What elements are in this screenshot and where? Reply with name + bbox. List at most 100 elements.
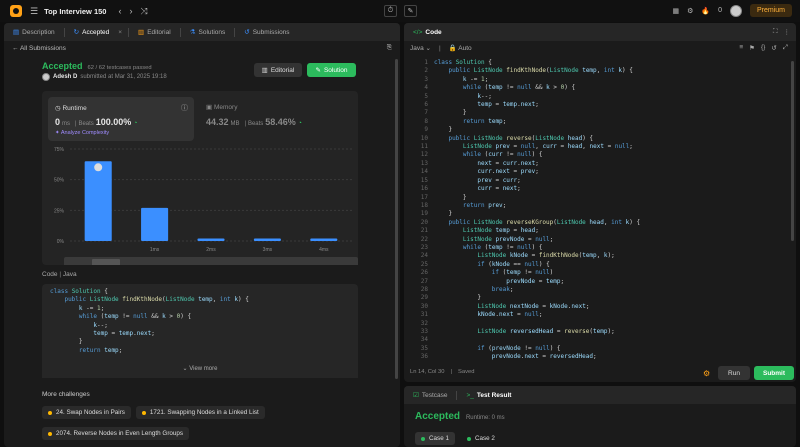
challenge-chip[interactable]: 24. Swap Nodes in Pairs: [42, 406, 131, 419]
medium-dot-icon: [48, 431, 52, 436]
code-label: Code: [42, 271, 58, 278]
sparkle-icon: ✦: [55, 130, 60, 136]
more-icon[interactable]: ⋮: [784, 28, 791, 36]
close-tab-icon[interactable]: ×: [118, 29, 122, 36]
tab-description[interactable]: ▤ Description: [10, 28, 58, 37]
maximize-icon[interactable]: ⛶: [773, 28, 778, 36]
code-editor-panel: </> Code ⛶ ⋮ Java ⌄ | 🔒 Auto ≡ ⚑ {} ↺ ⤢ 1 …: [404, 23, 796, 382]
tab-editorial[interactable]: ▥ Editorial: [135, 28, 174, 37]
submission-content: Accepted 62 / 62 testcases passed Adesh …: [4, 55, 394, 447]
fire-count: 0: [718, 7, 722, 14]
submissions-icon: ↺: [244, 29, 250, 36]
user-marker-icon: [94, 163, 103, 172]
tab-test-result[interactable]: >_ Test Result: [463, 392, 514, 399]
timer-icon[interactable]: ⏱: [384, 5, 397, 17]
reset-icon[interactable]: ↺: [771, 44, 776, 52]
edit-icon: ✎: [315, 67, 321, 74]
memory-beats: 58.46%: [265, 117, 296, 127]
chart-bar: [310, 238, 338, 241]
submit-button[interactable]: Submit: [754, 366, 794, 380]
fire-icon[interactable]: 🔥: [701, 7, 710, 15]
runtime-distribution-chart: 75% 50% 25% 0% 1ms 2ms 3ms 4ms: [54, 147, 358, 265]
layout-icon[interactable]: ▦: [672, 7, 679, 15]
challenge-chip[interactable]: 2074. Reverse Nodes in Even Length Group…: [42, 427, 190, 440]
tab-submissions[interactable]: ↺ Submissions: [241, 28, 292, 37]
chart-bar: [253, 238, 281, 241]
avatar[interactable]: [729, 4, 742, 17]
editorial-button[interactable]: ▥ Editorial: [254, 63, 302, 77]
case-1-tab[interactable]: Case 1: [415, 432, 455, 445]
stats-card: ◷ Runtime ⓘ 0 ms | Beats 100.00% ◔ ✦ Ana…: [42, 91, 358, 265]
solution-button[interactable]: ✎ Solution: [307, 63, 356, 77]
x-tick-label: 2ms: [206, 247, 216, 253]
beats-icon: ◔: [297, 120, 302, 127]
runtime-box[interactable]: ◷ Runtime ⓘ 0 ms | Beats 100.00% ◔ ✦ Ana…: [48, 97, 194, 141]
user-avatar: [42, 73, 50, 81]
memory-box[interactable]: 44.32 MB | Beats 58.46% ◔: [206, 117, 302, 127]
tab-code[interactable]: </> Code: [410, 29, 445, 36]
more-challenges-title: More challenges: [42, 391, 90, 398]
leetcode-logo-icon[interactable]: [10, 5, 22, 17]
pass-dot-icon: [466, 436, 471, 441]
case-2-tab[interactable]: Case 2: [461, 432, 501, 445]
username[interactable]: Adesh D: [53, 74, 77, 80]
memory-icon: ▣: [206, 104, 213, 111]
run-button[interactable]: Run: [718, 366, 750, 380]
tab-accepted[interactable]: ↻ Accepted: [71, 28, 113, 37]
tab-testcase[interactable]: ☑ Testcase: [410, 391, 450, 400]
y-tick-label: 50%: [54, 178, 65, 184]
left-scrollbar[interactable]: [395, 59, 398, 379]
bookmark-icon[interactable]: ⚑: [749, 44, 755, 52]
editor-scrollbar[interactable]: [791, 61, 794, 241]
editor-tabs: </> Code ⛶ ⋮: [404, 23, 796, 41]
challenge-chip[interactable]: 1721. Swapping Nodes in a Linked List: [135, 406, 265, 419]
tab-solutions[interactable]: ⚗ Solutions: [187, 28, 229, 37]
chart-bar: [84, 161, 112, 241]
debug-icon[interactable]: ⚙: [703, 369, 710, 378]
prev-icon[interactable]: ‹: [118, 6, 121, 16]
solutions-icon: ⚗: [189, 29, 196, 36]
next-icon[interactable]: ›: [129, 6, 132, 16]
premium-button[interactable]: Premium: [749, 4, 792, 17]
analyze-complexity-link[interactable]: ✦ Analyze Complexity: [55, 130, 109, 136]
y-tick-label: 0%: [57, 239, 65, 245]
back-link[interactable]: ← All Submissions: [12, 45, 66, 52]
editor-toolbar: Java ⌄ | 🔒 Auto ≡ ⚑ {} ↺ ⤢: [410, 44, 788, 52]
view-more-button[interactable]: ⌄ View more: [42, 362, 358, 378]
chevron-down-icon: ⌄: [182, 366, 188, 372]
list-icon[interactable]: ☰: [30, 6, 38, 17]
status-badge: Accepted: [42, 61, 83, 71]
problem-list-title[interactable]: Top Interview 150: [44, 7, 106, 16]
auto-mode[interactable]: 🔒 Auto: [449, 44, 472, 52]
result-runtime: Runtime: 0 ms: [465, 415, 505, 421]
code-lang: Java: [62, 271, 77, 278]
accepted-icon: ↻: [73, 29, 80, 36]
left-panel: ▤ Description ↻ Accepted × ▥ Editorial ⚗ Sol…: [4, 23, 400, 447]
braces-icon[interactable]: {}: [761, 44, 765, 52]
code-area[interactable]: 1 2 3 4 5 6 7 8 9 10 11 12 13 14 15 16 1…: [404, 57, 796, 361]
book-icon: ▥: [261, 67, 268, 74]
x-tick-label: 1ms: [150, 247, 160, 253]
lock-icon: 🔒: [448, 45, 457, 52]
test-result-panel: ☑ Testcase >_ Test Result Accepted Runtime…: [404, 386, 796, 447]
notes-icon[interactable]: ✎: [404, 5, 417, 17]
editorial-icon: ▥: [138, 29, 145, 36]
chart-bar: [141, 207, 169, 241]
beats-icon: ◔: [133, 120, 138, 127]
cursor-position: Ln 14, Col 30: [410, 368, 445, 375]
info-icon[interactable]: ⓘ: [181, 103, 188, 113]
memory-value: 44.32: [206, 117, 229, 127]
x-tick-label: 4ms: [319, 247, 329, 253]
pass-dot-icon: [421, 436, 425, 441]
format-icon[interactable]: ≡: [739, 44, 743, 52]
settings-icon[interactable]: ⚙: [687, 7, 693, 15]
share-icon[interactable]: ⎘: [387, 44, 392, 52]
editor-code: class Solution { public ListNode findKth…: [434, 59, 641, 361]
code-icon: </>: [413, 28, 423, 36]
left-tabs: ▤ Description ↻ Accepted × ▥ Editorial ⚗ Sol…: [4, 23, 400, 41]
language-select[interactable]: Java ⌄: [410, 44, 431, 52]
fullscreen-icon[interactable]: ⤢: [783, 44, 788, 52]
clock-icon: ◷: [55, 105, 61, 112]
runtime-value: 0: [55, 117, 61, 127]
shuffle-icon[interactable]: ⤨: [140, 6, 147, 17]
